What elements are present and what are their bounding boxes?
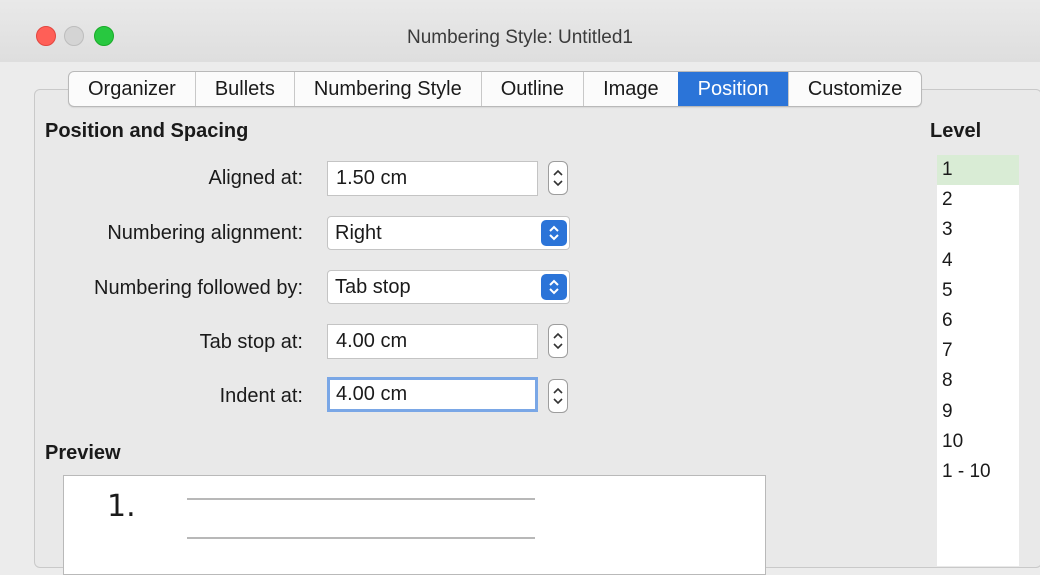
level-item[interactable]: 10	[937, 427, 1019, 457]
stepper-arrows-icon	[553, 169, 563, 187]
window-title: Numbering Style: Untitled1	[407, 27, 633, 48]
chevron-updown-icon	[541, 220, 567, 246]
indent-at-stepper[interactable]	[548, 379, 568, 413]
tab-stop-at-field[interactable]: 4.00 cm	[327, 324, 538, 359]
numbering-alignment-value: Right	[335, 222, 382, 244]
tab-numbering-style[interactable]: Numbering Style	[293, 72, 481, 106]
indent-at-label: Indent at:	[219, 385, 303, 407]
level-item[interactable]: 1	[937, 155, 1019, 186]
aligned-at-stepper[interactable]	[548, 161, 568, 195]
preview-heading: Preview	[45, 442, 121, 464]
aligned-at-label: Aligned at:	[208, 167, 303, 189]
level-item[interactable]: 2	[937, 185, 1019, 215]
tab-customize[interactable]: Customize	[787, 72, 921, 106]
position-spacing-heading: Position and Spacing	[45, 120, 249, 142]
level-item[interactable]: 1 - 10	[937, 457, 1019, 487]
level-heading: Level	[930, 120, 982, 142]
preview-box: 1.	[63, 475, 766, 575]
tab-bullets[interactable]: Bullets	[194, 72, 294, 106]
numbering-followed-by-select[interactable]: Tab stop	[327, 270, 570, 304]
level-item[interactable]: 3	[937, 215, 1019, 245]
tab-organizer[interactable]: Organizer	[69, 72, 195, 106]
level-item[interactable]: 7	[937, 336, 1019, 366]
tab-stop-at-stepper[interactable]	[548, 324, 568, 358]
numbering-alignment-select[interactable]: Right	[327, 216, 570, 250]
preview-line	[187, 498, 535, 500]
tab-stop-at-label: Tab stop at:	[199, 331, 303, 353]
stepper-arrows-icon	[553, 387, 563, 405]
tab-bar: Organizer Bullets Numbering Style Outlin…	[68, 71, 923, 107]
level-list[interactable]: 1 2 3 4 5 6 7 8 9 10 1 - 10	[937, 155, 1019, 566]
tab-image[interactable]: Image	[583, 72, 678, 106]
aligned-at-field[interactable]: 1.50 cm	[327, 161, 538, 196]
numbering-followed-by-label: Numbering followed by:	[94, 277, 303, 299]
chevron-updown-icon	[541, 274, 567, 300]
preview-line	[187, 537, 535, 539]
numbering-followed-by-value: Tab stop	[335, 276, 411, 298]
tab-outline[interactable]: Outline	[480, 72, 583, 106]
preview-number: 1.	[107, 489, 136, 524]
numbering-alignment-label: Numbering alignment:	[107, 222, 303, 244]
level-item[interactable]: 5	[937, 276, 1019, 306]
level-item[interactable]: 6	[937, 306, 1019, 336]
indent-at-field[interactable]: 4.00 cm	[327, 377, 538, 412]
tab-position[interactable]: Position	[677, 72, 788, 106]
level-item[interactable]: 8	[937, 366, 1019, 396]
level-item[interactable]: 4	[937, 246, 1019, 276]
level-item[interactable]: 9	[937, 397, 1019, 427]
stepper-arrows-icon	[553, 332, 563, 350]
